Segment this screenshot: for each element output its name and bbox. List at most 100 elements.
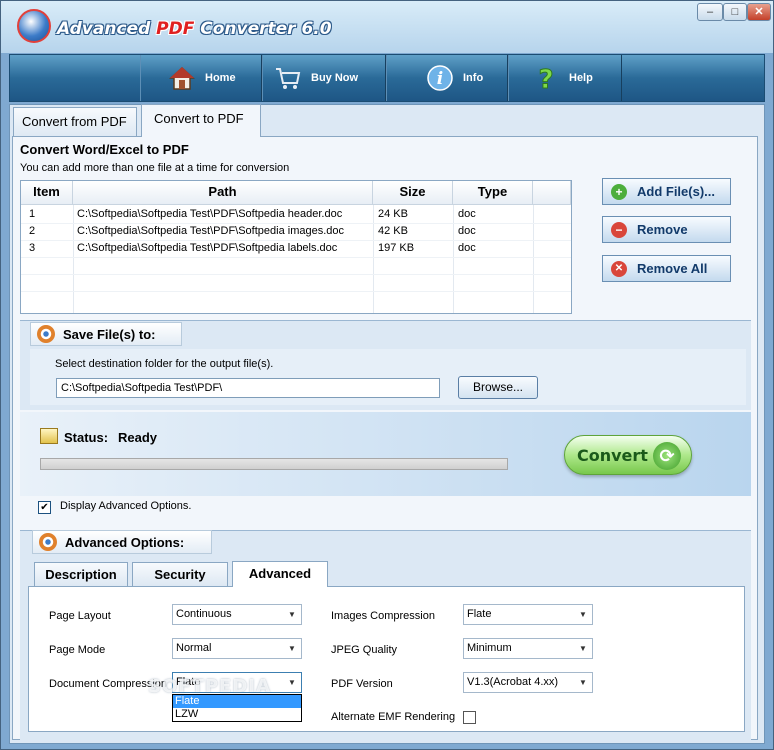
nav-home[interactable]: Home	[140, 55, 262, 101]
status-label: Status:	[64, 430, 109, 445]
remove-label: Remove	[637, 222, 688, 237]
remove-button[interactable]: − Remove	[602, 216, 731, 243]
browse-button[interactable]: Browse...	[458, 376, 538, 399]
watermark: SOFTPEDIA	[148, 676, 271, 697]
pdf-version-select[interactable]: V1.3(Acrobat 4.xx) ▼	[463, 672, 593, 693]
svg-text:i: i	[437, 69, 443, 89]
dropdown-option[interactable]: LZW	[173, 708, 301, 721]
cell-type: doc	[458, 242, 476, 254]
target-icon	[39, 533, 57, 551]
advanced-header-label: Advanced Options:	[65, 534, 185, 550]
save-instruction: Select destination folder for the output…	[55, 358, 274, 370]
cell-item: 2	[29, 225, 36, 237]
column-header-type[interactable]: Type	[453, 181, 533, 205]
column-header-item[interactable]: Item	[21, 181, 73, 205]
nav-info[interactable]: i Info	[386, 55, 508, 101]
cell-type: doc	[458, 208, 476, 220]
images-compression-label: Images Compression	[331, 610, 435, 622]
chevron-down-icon: ▼	[288, 644, 296, 653]
advanced-header: Advanced Options:	[32, 530, 212, 554]
page-mode-label: Page Mode	[49, 644, 106, 656]
jpeg-quality-select[interactable]: Minimum ▼	[463, 638, 593, 659]
maximize-button[interactable]: □	[723, 3, 747, 21]
minimize-button[interactable]: –	[697, 3, 723, 21]
nav-buy-now[interactable]: Buy Now	[262, 55, 386, 101]
grid-line	[21, 274, 571, 275]
save-header: Save File(s) to:	[30, 322, 182, 346]
nav-buy-now-label: Buy Now	[311, 72, 359, 84]
column-header-path[interactable]: Path	[73, 181, 373, 205]
tab-advanced[interactable]: Advanced	[232, 561, 328, 587]
close-button[interactable]: ✕	[747, 3, 771, 21]
cell-size: 197 KB	[378, 242, 415, 254]
x-icon: ✕	[611, 260, 627, 277]
chevron-down-icon: ▼	[288, 678, 296, 687]
doc-compression-dropdown[interactable]: Flate LZW	[172, 694, 302, 722]
target-icon	[37, 325, 55, 343]
status-icon	[40, 428, 58, 444]
jpeg-quality-label: JPEG Quality	[331, 644, 398, 656]
save-header-label: Save File(s) to:	[63, 326, 156, 342]
cell-path: C:\Softpedia\Softpedia Test\PDF\Softpedi…	[77, 208, 343, 220]
images-compression-select[interactable]: Flate ▼	[463, 604, 593, 625]
tab-convert-from-pdf[interactable]: Convert from PDF	[13, 107, 137, 137]
add-files-button[interactable]: + Add File(s)...	[602, 178, 731, 205]
nav-help[interactable]: ? Help	[508, 55, 622, 101]
refresh-icon: ⟳	[653, 442, 681, 470]
grid-line	[533, 205, 534, 313]
convert-label: Convert	[577, 445, 648, 465]
cell-type: doc	[458, 225, 476, 237]
pdf-version-value: V1.3(Acrobat 4.xx)	[467, 676, 559, 688]
cell-path: C:\Softpedia\Softpedia Test\PDF\Softpedi…	[77, 225, 345, 237]
emf-rendering-checkbox[interactable]	[463, 711, 476, 724]
cell-path: C:\Softpedia\Softpedia Test\PDF\Softpedi…	[77, 242, 338, 254]
toolbar: Home Buy Now i Info ? Help	[9, 54, 765, 102]
grid-line	[453, 205, 454, 313]
page-layout-value: Continuous	[176, 608, 232, 620]
app-title: Advanced PDF Converter 6.0	[57, 19, 332, 39]
output-folder-field[interactable]: C:\Softpedia\Softpedia Test\PDF\	[56, 378, 440, 398]
display-advanced-label: Display Advanced Options.	[60, 500, 192, 512]
cell-item: 1	[29, 208, 36, 220]
save-section: Save File(s) to: Select destination fold…	[20, 320, 751, 410]
info-icon: i	[425, 63, 455, 93]
status-value: Ready	[118, 430, 158, 445]
tab-description[interactable]: Description	[34, 562, 128, 586]
add-files-label: Add File(s)...	[637, 184, 715, 199]
page-layout-select[interactable]: Continuous ▼	[172, 604, 302, 625]
chevron-down-icon: ▼	[579, 678, 587, 687]
nav-home-label: Home	[205, 72, 236, 84]
file-list[interactable]: Item Path Size Type 1 C:\Softpedia\Softp…	[20, 180, 572, 314]
images-compression-value: Flate	[467, 608, 492, 620]
nav-info-label: Info	[463, 72, 484, 84]
remove-all-button[interactable]: ✕ Remove All	[602, 255, 731, 282]
display-advanced-checkbox[interactable]: ✔	[38, 501, 51, 514]
pdf-version-label: PDF Version	[331, 678, 393, 690]
grid-line	[373, 205, 374, 313]
tab-security[interactable]: Security	[132, 562, 228, 586]
cell-size: 24 KB	[378, 208, 408, 220]
grid-line	[21, 291, 571, 292]
tab-convert-to-pdf[interactable]: Convert to PDF	[141, 104, 261, 137]
help-icon: ?	[531, 63, 561, 93]
jpeg-quality-value: Minimum	[467, 642, 512, 654]
svg-text:?: ?	[538, 65, 553, 92]
chevron-down-icon: ▼	[579, 644, 587, 653]
app-logo-icon	[17, 9, 51, 43]
title-bar: Advanced PDF Converter 6.0 – □ ✕	[1, 1, 773, 53]
plus-icon: +	[611, 183, 627, 200]
conversion-progress-bar	[40, 458, 508, 470]
minus-icon: −	[611, 221, 627, 238]
remove-all-label: Remove All	[637, 261, 708, 276]
convert-button[interactable]: Convert ⟳	[564, 435, 692, 475]
page-mode-select[interactable]: Normal ▼	[172, 638, 302, 659]
chevron-down-icon: ▼	[288, 610, 296, 619]
column-header-size[interactable]: Size	[373, 181, 453, 205]
grid-line	[73, 205, 74, 313]
section-subheading: You can add more than one file at a time…	[20, 162, 290, 174]
nav-help-label: Help	[569, 72, 593, 84]
emf-rendering-label: Alternate EMF Rendering	[331, 711, 456, 723]
home-icon	[167, 63, 197, 93]
page-layout-label: Page Layout	[49, 610, 111, 622]
cell-size: 42 KB	[378, 225, 408, 237]
